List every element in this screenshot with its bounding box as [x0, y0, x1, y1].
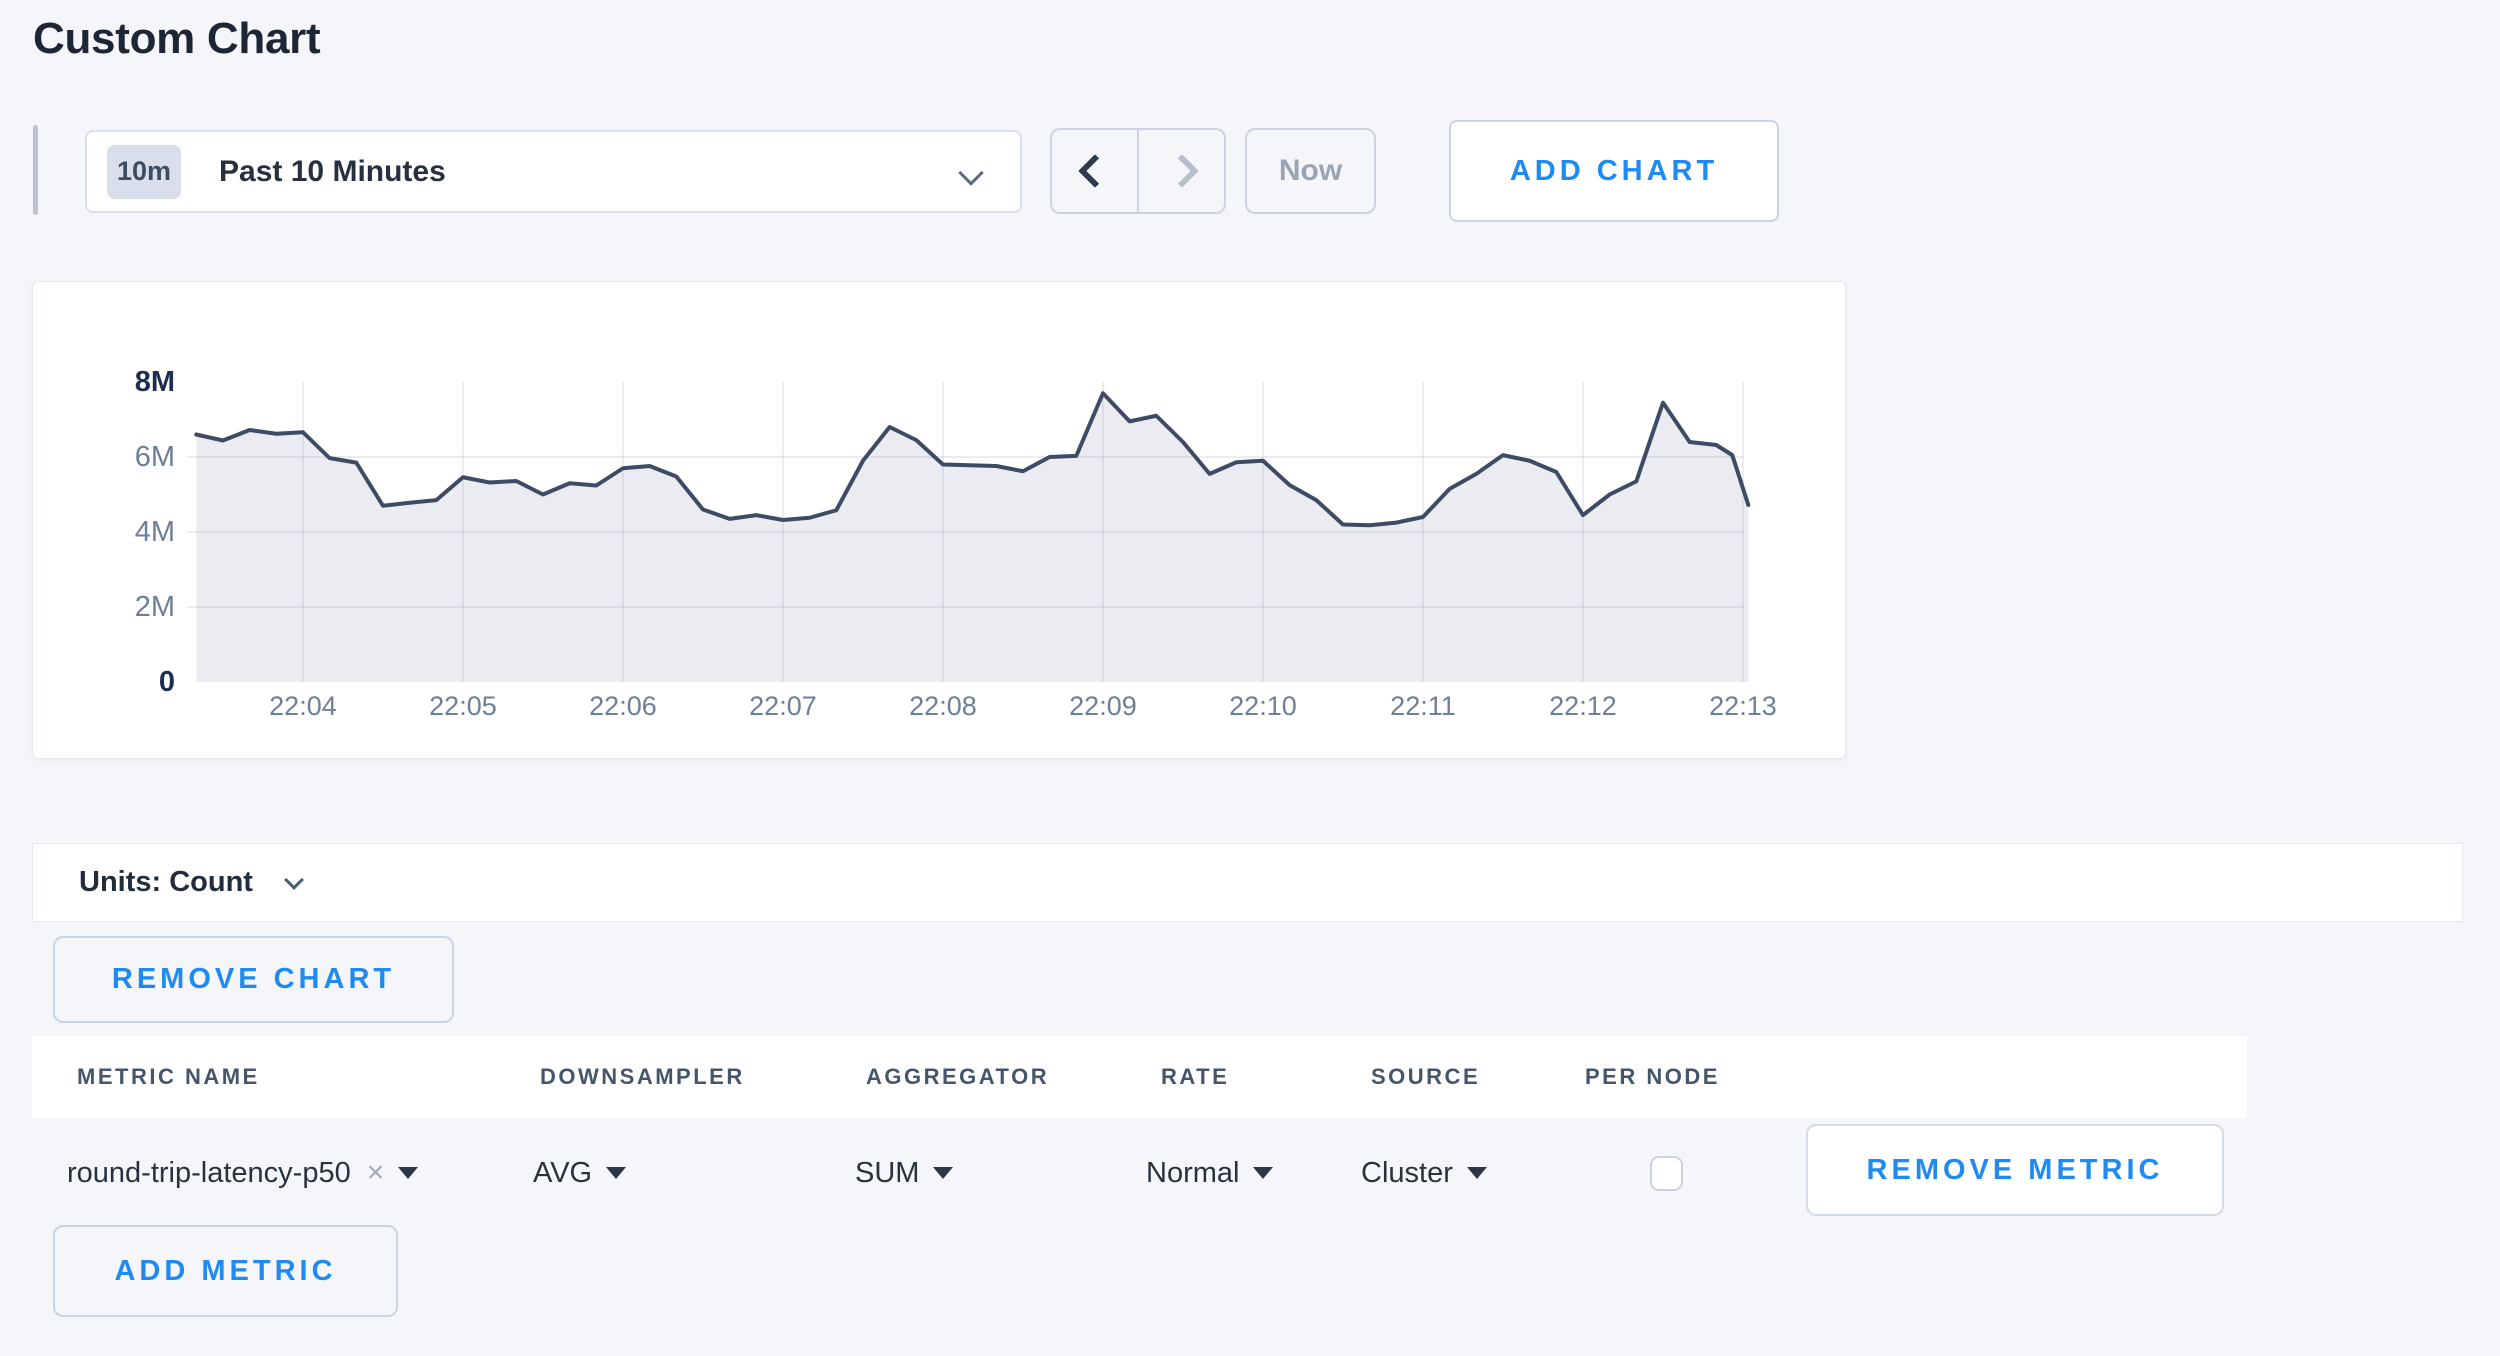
x-axis-tick-label: 22:05: [393, 690, 533, 722]
page-title: Custom Chart: [33, 14, 320, 64]
caret-down-icon: [933, 1167, 953, 1179]
x-axis-tick-label: 22:12: [1513, 690, 1653, 722]
toolbar-accent-bar: [33, 125, 38, 215]
units-label: Units: Count: [79, 866, 253, 899]
x-axis-tick-label: 22:11: [1353, 690, 1493, 722]
per-node-checkbox[interactable]: [1650, 1156, 1683, 1191]
x-axis-tick-label: 22:08: [873, 690, 1013, 722]
next-time-button[interactable]: [1139, 130, 1224, 212]
caret-down-icon: [398, 1167, 418, 1179]
remove-chart-button[interactable]: REMOVE CHART: [53, 936, 454, 1023]
units-dropdown[interactable]: Units: Count: [32, 843, 2463, 922]
x-axis-tick-label: 22:07: [713, 690, 853, 722]
y-axis-tick-label: 6M: [83, 441, 175, 473]
source-value: Cluster: [1361, 1157, 1453, 1190]
chevron-down-icon: [958, 160, 983, 185]
x-axis-tick-label: 22:04: [233, 690, 373, 722]
metric-name-value: round-trip-latency-p50: [67, 1157, 351, 1190]
y-axis-tick-label: 4M: [83, 516, 175, 548]
prev-time-button[interactable]: [1052, 130, 1139, 212]
column-header-downsampler: DOWNSAMPLER: [540, 1064, 745, 1090]
rate-value: Normal: [1146, 1157, 1239, 1190]
add-chart-button[interactable]: ADD CHART: [1449, 120, 1779, 222]
time-range-label: Past 10 Minutes: [219, 155, 446, 189]
latency-area-chart[interactable]: [33, 282, 1847, 760]
caret-down-icon: [1253, 1167, 1273, 1179]
rate-dropdown[interactable]: Normal: [1146, 1145, 1273, 1201]
downsampler-value: AVG: [533, 1157, 592, 1190]
y-axis-tick-label: 8M: [83, 366, 175, 398]
chevron-down-icon: [284, 870, 304, 890]
caret-down-icon: [606, 1167, 626, 1179]
downsampler-dropdown[interactable]: AVG: [533, 1145, 626, 1201]
aggregator-dropdown[interactable]: SUM: [855, 1145, 953, 1201]
source-dropdown[interactable]: Cluster: [1361, 1145, 1487, 1201]
x-axis-tick-label: 22:06: [553, 690, 693, 722]
column-header-source: SOURCE: [1371, 1064, 1480, 1090]
close-icon[interactable]: ×: [367, 1156, 385, 1190]
column-header-per-node: PER NODE: [1585, 1064, 1720, 1090]
metric-name-dropdown[interactable]: round-trip-latency-p50 ×: [67, 1145, 418, 1201]
time-range-badge: 10m: [107, 145, 181, 199]
aggregator-value: SUM: [855, 1157, 919, 1190]
column-header-rate: RATE: [1161, 1064, 1229, 1090]
column-header-aggregator: AGGREGATOR: [866, 1064, 1049, 1090]
y-axis-tick-label: 2M: [83, 591, 175, 623]
chart-card: 0 2M 4M 6M 8M 22:04 22:05 22:06 22:07 22:08 22:09 2…: [32, 281, 1846, 759]
metrics-table-header: METRIC NAME DOWNSAMPLER AGGREGATOR RATE SOUR…: [32, 1036, 2247, 1118]
x-axis-tick-label: 22:10: [1193, 690, 1333, 722]
chevron-left-icon: [1078, 154, 1112, 188]
time-pager: [1050, 128, 1226, 214]
caret-down-icon: [1467, 1167, 1487, 1179]
column-header-metric-name: METRIC NAME: [77, 1064, 260, 1090]
custom-chart-page: Custom Chart 10m Past 10 Minutes Now ADD…: [0, 0, 2500, 1356]
x-axis-tick-label: 22:09: [1033, 690, 1173, 722]
now-button[interactable]: Now: [1245, 128, 1376, 214]
remove-metric-button[interactable]: REMOVE METRIC: [1806, 1124, 2224, 1216]
add-metric-button[interactable]: ADD METRIC: [53, 1225, 398, 1317]
x-axis-tick-label: 22:13: [1673, 690, 1813, 722]
y-axis-tick-label: 0: [83, 666, 175, 698]
chevron-right-icon: [1165, 154, 1199, 188]
time-range-dropdown[interactable]: 10m Past 10 Minutes: [85, 130, 1022, 213]
